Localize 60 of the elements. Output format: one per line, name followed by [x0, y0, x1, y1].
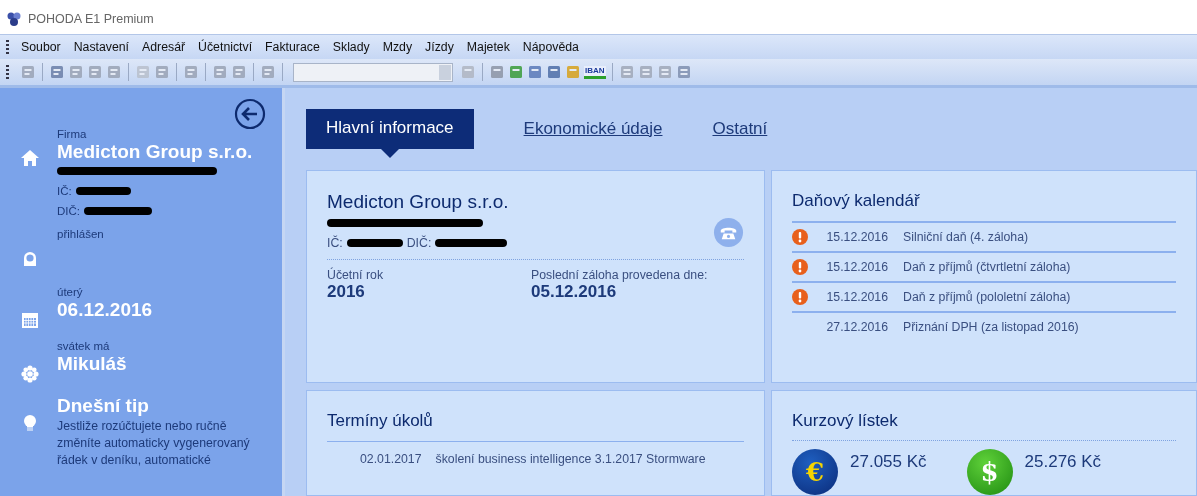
nameday-label: svátek má	[57, 340, 110, 352]
tab[interactable]: Ekonomické údaje	[523, 118, 663, 139]
tab[interactable]: Hlavní informace	[306, 108, 474, 149]
menu-item[interactable]: Nastavení	[69, 40, 136, 54]
ic-label: IČ:	[327, 236, 343, 250]
menu-item[interactable]: Sklady	[328, 40, 376, 54]
deadline-text: Daň z příjmů (čtvrtletní záloha)	[903, 260, 1071, 274]
dollar-bubble-icon: $	[966, 449, 1013, 495]
tip-title: Dnešní tip	[57, 394, 149, 418]
deadline-date: 15.12.2016	[825, 290, 888, 304]
app-logo-icon	[6, 11, 22, 27]
fiscal-year-label: Účetní rok	[327, 268, 385, 282]
tab[interactable]: Ostatní	[712, 118, 768, 139]
flower-icon	[20, 364, 40, 384]
redaction-mark	[84, 207, 152, 215]
redaction-mark	[75, 187, 131, 195]
company-name: Medicton Group s.r.o.	[57, 140, 253, 164]
iban-button[interactable]: IBAN	[584, 65, 606, 79]
deadline-date: 15.12.2016	[825, 230, 888, 244]
tax-calendar-title: Daňový kalendář	[792, 191, 921, 211]
menu-item[interactable]: Fakturace	[261, 40, 326, 54]
company-name: Medicton Group s.r.o.	[327, 191, 509, 213]
redaction-mark	[346, 239, 403, 247]
fiscal-year-value: 2016	[327, 282, 366, 302]
menu-item[interactable]: Soubor	[17, 40, 67, 54]
menu-item[interactable]: Jízdy	[421, 40, 460, 54]
deadline-date: 27.12.2016	[825, 320, 888, 334]
search-combo-field[interactable]	[293, 62, 453, 82]
phone-icon[interactable]	[713, 217, 744, 248]
logged-in-label: přihlášen	[57, 228, 104, 240]
deadline-text: Silniční daň (4. záloha)	[903, 230, 1029, 244]
ic-label: IČ:	[57, 185, 72, 197]
menu-item[interactable]: Mzdy	[378, 40, 419, 54]
exchange-rates-title: Kurzový lístek	[792, 411, 899, 431]
task-text: školení business intelligence 3.1.2017 Stormware	[435, 452, 706, 466]
dic-label: DIČ:	[57, 205, 80, 217]
menu-item[interactable]: Nápověda	[518, 40, 585, 54]
exchange-rate-value: 25.276 Kč	[1024, 452, 1102, 472]
menu-item[interactable]: Adresář	[138, 40, 192, 54]
current-date: 06.12.2016	[57, 298, 153, 322]
tasks-title: Termíny úkolů	[327, 411, 434, 431]
euro-bubble-icon: €	[792, 449, 838, 495]
exchange-rate-value: 27.055 Kč	[850, 452, 927, 472]
task-date: 02.01.2017	[360, 452, 422, 466]
dic-label: DIČ:	[406, 236, 432, 250]
tip-text: Jestliže rozúčtujete nebo ručně změníte automaticky vygenerovaný řádek v deníku, automatické	[57, 418, 251, 469]
menu-item[interactable]: Účetnictví	[194, 40, 259, 54]
deadline-date: 15.12.2016	[825, 260, 888, 274]
last-backup-label: Poslední záloha provedena dne:	[531, 268, 709, 282]
tab-pointer-icon	[380, 148, 399, 158]
calendar-icon	[20, 310, 40, 330]
nameday-name: Mikuláš	[57, 352, 127, 376]
window-title: POHODA E1 Premium	[28, 12, 154, 26]
home-icon	[20, 148, 40, 168]
deadline-text: Daň z příjmů (pololetní záloha)	[903, 290, 1071, 304]
deadline-text: Přiznání DPH (za listopad 2016)	[903, 320, 1079, 334]
last-backup-date: 05.12.2016	[531, 282, 618, 302]
company-label: Firma	[57, 128, 87, 140]
weekday-label: úterý	[57, 286, 83, 298]
menu-item[interactable]: Majetek	[462, 40, 516, 54]
